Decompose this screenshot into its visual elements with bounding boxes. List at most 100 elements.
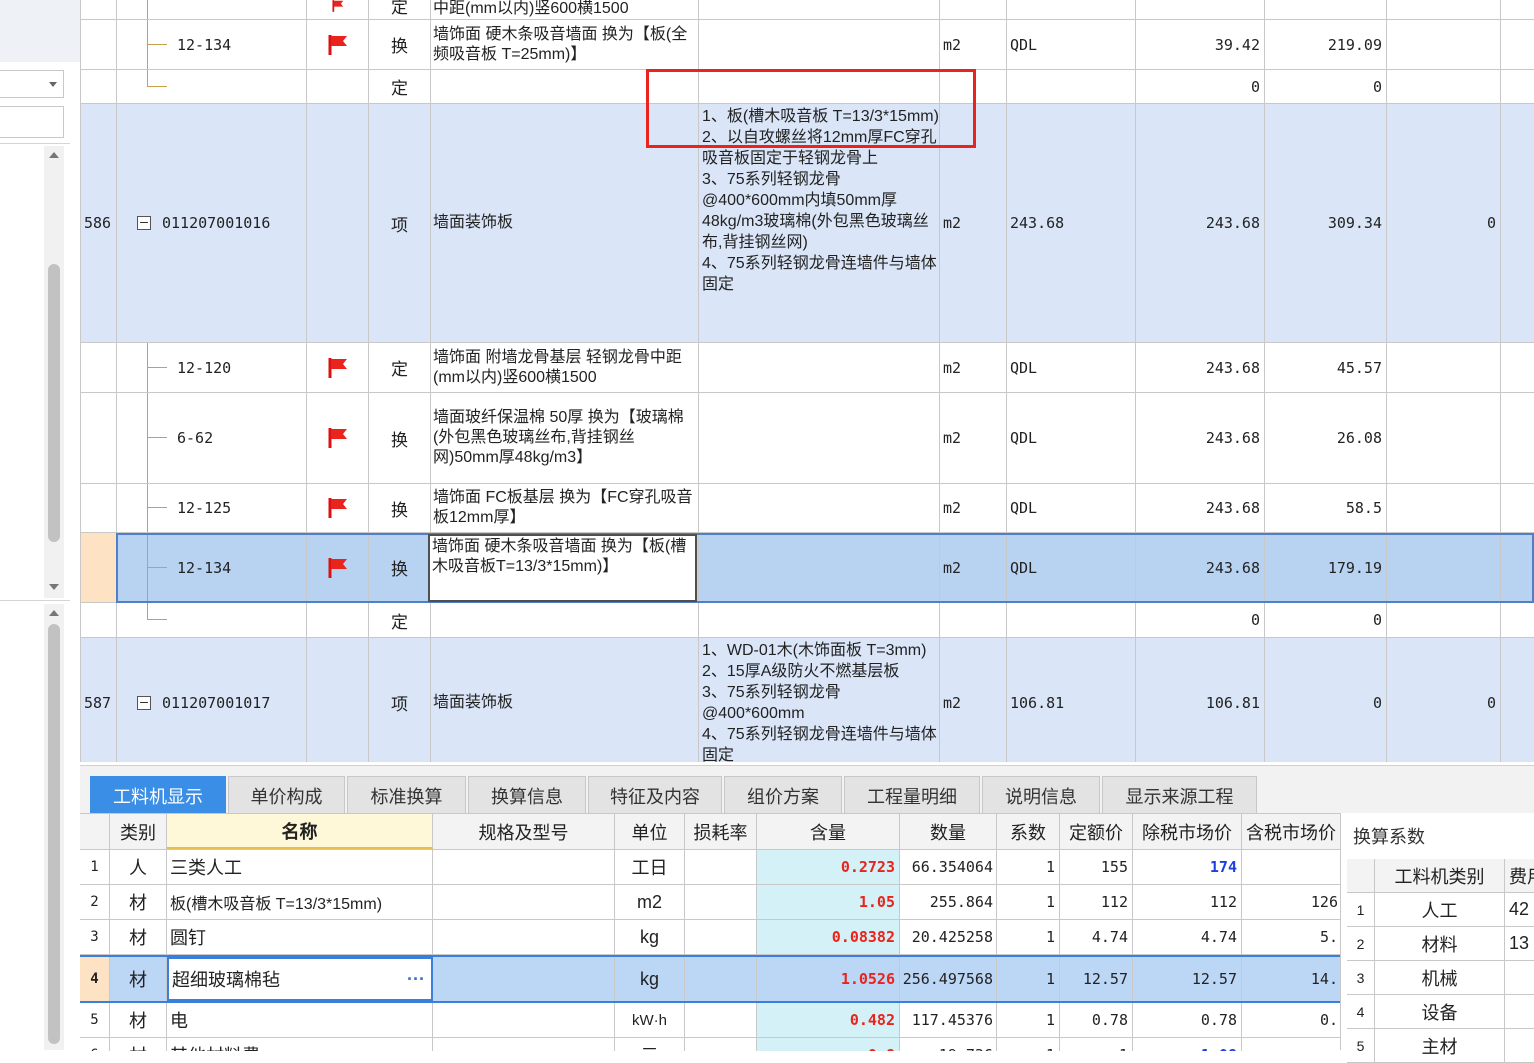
- more-icon[interactable]: ···: [407, 969, 425, 990]
- coefficient-row[interactable]: 1 人工 42: [1347, 893, 1534, 927]
- market-price-cell[interactable]: 174: [1133, 850, 1242, 884]
- unit-cell[interactable]: 工日: [615, 850, 685, 884]
- price-cell[interactable]: 179.19: [1265, 533, 1387, 602]
- category-cell[interactable]: 材: [110, 1003, 167, 1037]
- unit-cell[interactable]: m2: [940, 343, 1007, 392]
- flag-cell[interactable]: [307, 20, 369, 69]
- expr-cell[interactable]: QDL: [1007, 343, 1136, 392]
- code-cell[interactable]: 12-134: [117, 20, 307, 69]
- table-row[interactable]: 12-125 换 墙饰面 FC板基层 换为【FC穿孔吸音板12mm厚】 m2 Q…: [81, 484, 1534, 533]
- name-cell[interactable]: 墙饰面 FC板基层 换为【FC穿孔吸音板12mm厚】: [431, 484, 699, 532]
- coefficient-row[interactable]: 4 设备: [1347, 995, 1534, 1029]
- spec-cell[interactable]: [433, 957, 615, 1001]
- content-cell[interactable]: 1.05: [757, 885, 900, 919]
- qty-cell[interactable]: 243.68: [1136, 104, 1265, 342]
- loss-cell[interactable]: [685, 1003, 757, 1037]
- table-row[interactable]: 586 011207001016 项 墙面装饰板 1、板(槽木吸音板 T=13/…: [81, 104, 1534, 343]
- coef-cell[interactable]: 1: [997, 957, 1060, 1001]
- fee-cell[interactable]: [1505, 1029, 1534, 1062]
- fee-cell[interactable]: 13: [1505, 927, 1534, 960]
- coef-cell[interactable]: 1: [997, 850, 1060, 884]
- category-cell[interactable]: 材: [110, 885, 167, 919]
- scrollbar-thumb[interactable]: [48, 624, 60, 1044]
- col-header-market-price-tax[interactable]: 含税市场价: [1242, 814, 1340, 849]
- qty-cell[interactable]: 106.81: [1136, 638, 1265, 762]
- tab-source-project[interactable]: 显示来源工程: [1102, 776, 1257, 814]
- total-cell[interactable]: [1387, 533, 1501, 602]
- left-scrollbar-upper[interactable]: [44, 146, 64, 598]
- table-row[interactable]: 定 中距(mm以内)竖600横1500: [81, 0, 1534, 20]
- total-cell[interactable]: [1387, 343, 1501, 392]
- qty-cell[interactable]: 0: [1136, 70, 1265, 103]
- market-price-tax-cell[interactable]: 126: [1242, 885, 1340, 919]
- price-cell[interactable]: 45.57: [1265, 343, 1387, 392]
- coef-cell[interactable]: 1: [997, 1003, 1060, 1037]
- total-cell[interactable]: [1387, 603, 1501, 637]
- name-cell[interactable]: 圆钉: [167, 920, 433, 954]
- unit-cell[interactable]: m2: [940, 393, 1007, 483]
- tab-standard-conversion[interactable]: 标准换算: [347, 776, 466, 814]
- name-edit-cell[interactable]: 超细玻璃棉毡 ···: [167, 957, 433, 1001]
- tab-material-display[interactable]: 工料机显示: [90, 776, 226, 814]
- col-header-spec[interactable]: 规格及型号: [433, 814, 615, 849]
- quota-price-cell[interactable]: 112: [1060, 885, 1133, 919]
- table-row[interactable]: 定 0 0: [81, 70, 1534, 104]
- feature-cell[interactable]: [699, 533, 940, 602]
- price-cell[interactable]: 26.08: [1265, 393, 1387, 483]
- material-row[interactable]: 1 人 三类人工 工日 0.2723 66.354064 1 155 174: [80, 850, 1340, 885]
- code-cell[interactable]: 6-62: [117, 393, 307, 483]
- col-header-coef[interactable]: 系数: [997, 814, 1060, 849]
- name-cell[interactable]: 墙面玻纤保温棉 50厚 换为【玻璃棉(外包黑色玻璃丝布,背挂钢丝网)50mm厚4…: [431, 393, 699, 483]
- col-header-category[interactable]: 类别: [110, 814, 167, 849]
- expr-cell[interactable]: QDL: [1007, 393, 1136, 483]
- quota-price-cell[interactable]: 155: [1060, 850, 1133, 884]
- col-header-quota-price[interactable]: 定额价: [1060, 814, 1133, 849]
- name-cell[interactable]: 板(槽木吸音板 T=13/3*15mm): [167, 885, 433, 919]
- market-price-cell[interactable]: 0.78: [1133, 1003, 1242, 1037]
- qty-cell[interactable]: 243.68: [1136, 533, 1265, 602]
- quantity-cell[interactable]: 117.45376: [900, 1003, 997, 1037]
- code-cell[interactable]: 12-120: [117, 343, 307, 392]
- unit-cell[interactable]: m2: [940, 484, 1007, 532]
- expr-cell[interactable]: QDL: [1007, 484, 1136, 532]
- market-price-cell[interactable]: 12.57: [1133, 957, 1242, 1001]
- code-cell[interactable]: 011207001016: [117, 104, 307, 342]
- col-header-unit[interactable]: 单位: [615, 814, 685, 849]
- name-cell[interactable]: [431, 70, 699, 103]
- expr-cell[interactable]: QDL: [1007, 533, 1136, 602]
- expr-cell[interactable]: 243.68: [1007, 104, 1136, 342]
- code-cell[interactable]: 12-125: [117, 484, 307, 532]
- loss-cell[interactable]: [685, 885, 757, 919]
- quantity-cell[interactable]: 256.497568: [900, 957, 997, 1001]
- spec-cell[interactable]: [433, 1038, 615, 1051]
- col-header-type[interactable]: 工料机类别: [1375, 859, 1505, 892]
- total-cell[interactable]: 0: [1387, 638, 1501, 762]
- fee-cell[interactable]: [1505, 995, 1534, 1028]
- unit-cell[interactable]: kg: [615, 920, 685, 954]
- price-cell[interactable]: 219.09: [1265, 20, 1387, 69]
- code-cell[interactable]: 12-134: [117, 533, 307, 602]
- left-scrollbar-lower[interactable]: [44, 604, 64, 1050]
- col-header-quantity[interactable]: 数量: [900, 814, 997, 849]
- quantity-cell[interactable]: 20.425258: [900, 920, 997, 954]
- unit-cell[interactable]: [940, 70, 1007, 103]
- spec-cell[interactable]: [433, 885, 615, 919]
- category-cell[interactable]: 材: [110, 957, 167, 1001]
- spec-cell[interactable]: [433, 850, 615, 884]
- unit-cell[interactable]: m2: [940, 104, 1007, 342]
- qty-cell[interactable]: 243.68: [1136, 393, 1265, 483]
- feature-cell[interactable]: [699, 484, 940, 532]
- feature-cell[interactable]: [699, 20, 940, 69]
- collapse-icon[interactable]: [137, 216, 151, 230]
- name-cell[interactable]: 墙面装饰板: [431, 104, 699, 342]
- expr-cell[interactable]: QDL: [1007, 20, 1136, 69]
- quantity-cell[interactable]: 255.864: [900, 885, 997, 919]
- market-price-cell[interactable]: 4.74: [1133, 920, 1242, 954]
- spec-cell[interactable]: [433, 1003, 615, 1037]
- unit-cell[interactable]: kg: [615, 957, 685, 1001]
- collapse-icon[interactable]: [137, 695, 151, 710]
- fee-cell[interactable]: 42: [1505, 893, 1534, 926]
- flag-cell[interactable]: [307, 393, 369, 483]
- total-cell[interactable]: [1387, 70, 1501, 103]
- col-header-loss[interactable]: 损耗率: [685, 814, 757, 849]
